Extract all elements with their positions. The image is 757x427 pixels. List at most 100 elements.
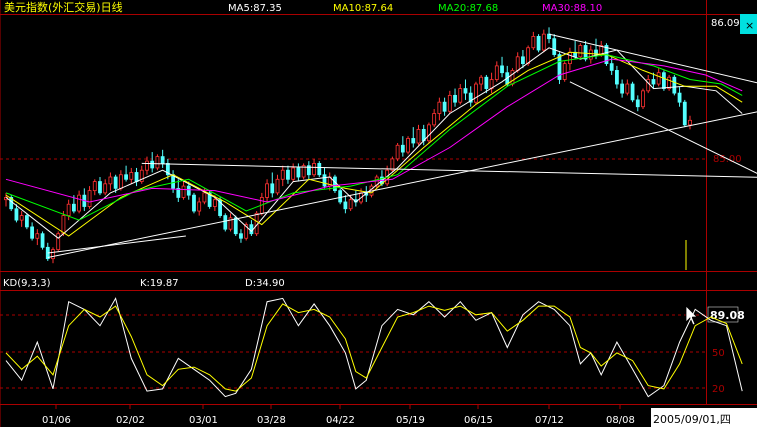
candle-body [113,176,118,189]
candle-body [615,70,619,85]
candle-body [588,49,593,60]
candle-body [19,215,24,221]
candle-body [197,201,202,212]
chart-window: 美元指数(外汇交易)日线 MA5:87.35 MA10:87.64 MA20:8… [0,0,757,427]
date-tick-label: 02/02 [116,415,145,426]
candle-body [202,192,207,203]
candle-body [400,144,405,153]
candle-body [275,178,280,194]
ma5-line [5,47,743,239]
candle-body [411,138,416,144]
kd-k-value: K:19.87 [140,278,179,289]
candle-body [656,72,661,85]
window-control-glyph[interactable]: × [745,19,754,32]
candle-body [416,128,421,144]
candle-body [212,199,217,207]
candle-body [312,163,316,176]
date-tick-label: 03/01 [189,415,218,426]
candle-body [343,201,348,210]
candle-body [265,183,269,198]
candle-body [390,158,395,171]
candle-body [552,38,557,55]
date-tick-label: 06/15 [464,415,493,426]
candle-body [406,138,410,153]
current-value-label: 89.08 [710,309,745,322]
candle-body [145,160,149,171]
candle-body [630,83,635,101]
candle-body [129,172,134,180]
ma20-label: MA20:87.68 [438,3,498,14]
candlestick-layer [4,27,692,264]
kd-d-line [5,303,743,392]
candle-body [317,163,322,176]
candle-body [494,65,499,80]
candle-body [118,174,123,189]
candle-body [667,76,672,89]
candle-body [87,190,92,207]
candle-body [432,113,437,126]
candle-body [103,183,108,194]
candle-body [437,101,442,114]
date-tick-label: 03/28 [257,415,286,426]
candle-body [578,45,583,58]
candle-body [531,36,536,49]
candle-body [562,63,567,80]
candle-body [40,233,45,248]
ma5-label: MA5:87.35 [228,3,282,14]
kd-k-line [5,297,743,398]
candle-body [108,176,113,185]
candle-body [51,249,55,260]
candle-body [124,174,128,180]
candle-body [479,76,484,85]
candle-body [515,56,520,71]
moving-average-layer [5,47,743,239]
candle-body [155,156,160,169]
candle-body [635,99,640,108]
candle-body [61,215,66,235]
candle-body [150,160,155,169]
candle-body [641,90,645,108]
candle-body [286,169,290,180]
price-axis-top-label: 86.09 [711,18,740,29]
candle-body [192,194,196,212]
candle-body [66,203,71,216]
candle-body [536,36,541,51]
candle-body [521,56,525,65]
kd-layer [5,297,743,398]
candle-body [270,183,275,194]
candle-body [296,167,301,178]
ma10-line [5,51,743,237]
candle-body [395,144,400,160]
candle-body [223,215,228,230]
mouse-cursor-icon [685,305,698,326]
trendline [47,111,757,259]
candle-body [280,169,285,180]
candle-body [56,233,61,250]
date-tick-label: 04/22 [326,415,355,426]
current-date-label: 2005/09/01,四 [653,413,731,426]
candle-body [677,92,682,103]
candle-body [526,47,531,65]
candle-body [541,33,546,51]
candle-body [348,199,353,210]
candle-body [233,217,238,235]
date-tick-label: 08/08 [606,415,635,426]
candle-body [160,156,165,164]
candle-body [510,70,515,85]
date-axis: 01/06 02/02 03/01 03/28 04/22 05/19 06/15 07/12… [42,405,635,426]
candle-body [484,76,489,89]
candle-body [661,72,666,89]
candle-body [333,176,337,192]
candle-body [427,124,431,142]
candle-body [35,233,40,239]
chart-svg: 美元指数(外汇交易)日线 MA5:87.35 MA10:87.64 MA20:8… [0,0,757,427]
candle-body [14,208,19,221]
chart-title: 美元指数(外汇交易)日线 [4,0,123,14]
candle-body [98,181,102,194]
candle-body [568,51,572,65]
candle-body [651,79,656,85]
candle-body [239,233,243,239]
kd-indicator-name: KD(9,3,3) [3,278,51,289]
candle-body [249,224,254,235]
candle-body [447,94,452,112]
